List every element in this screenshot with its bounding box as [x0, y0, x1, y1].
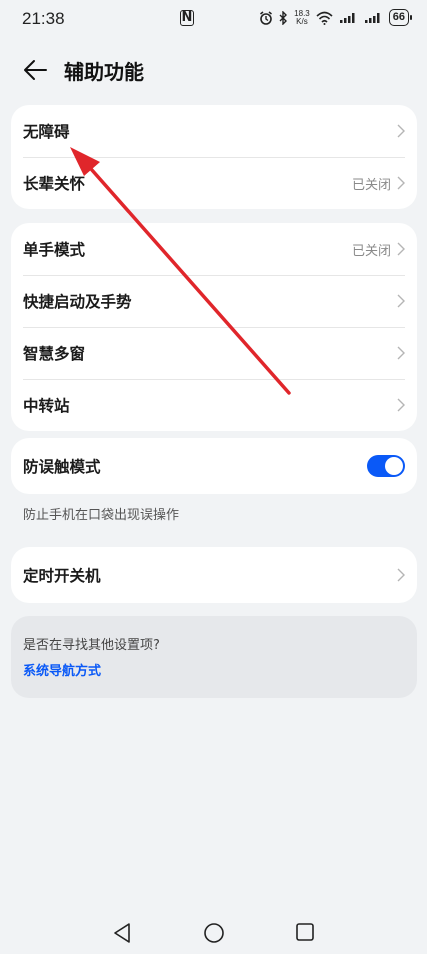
- row-label: 快捷启动及手势: [23, 293, 132, 311]
- row-label: 无障碍: [23, 123, 70, 141]
- row-label: 长辈关怀: [23, 175, 86, 193]
- toggle-knob: [385, 457, 403, 475]
- row-value: 已关闭: [351, 243, 391, 259]
- chevron-right-icon: [397, 568, 405, 582]
- suggestion-card: 是否在寻找其他设置项? 系统导航方式: [11, 616, 417, 698]
- row-label: 防误触模式: [23, 458, 101, 476]
- status-bar: 21:38 N 18.3 K/s 66: [0, 0, 427, 38]
- row-smart-multiwindow[interactable]: 智慧多窗: [11, 327, 417, 379]
- anti-mistouch-note: 防止手机在口袋出现误操作: [23, 508, 180, 523]
- row-one-hand-mode[interactable]: 单手模式 已关闭: [11, 223, 417, 275]
- suggestion-question: 是否在寻找其他设置项?: [23, 638, 160, 653]
- row-label: 中转站: [23, 397, 70, 415]
- row-label: 智慧多窗: [23, 345, 86, 363]
- row-shortcuts-gestures[interactable]: 快捷启动及手势: [11, 275, 417, 327]
- status-time: 21:38: [22, 9, 65, 28]
- row-value: 已关闭: [351, 177, 391, 193]
- signal-icon-1: [339, 13, 355, 23]
- nfc-icon: N: [180, 10, 194, 26]
- chevron-right-icon: [397, 346, 405, 360]
- chevron-right-icon: [397, 398, 405, 412]
- row-transit-station[interactable]: 中转站: [11, 379, 417, 431]
- network-speed: 18.3 K/s: [294, 8, 310, 26]
- row-anti-mistouch: 防误触模式: [11, 438, 417, 494]
- back-nav-icon[interactable]: [112, 922, 132, 944]
- home-nav-icon[interactable]: [203, 922, 225, 944]
- row-accessibility[interactable]: 无障碍: [11, 105, 417, 157]
- row-label: 定时开关机: [23, 567, 101, 585]
- status-icons: 18.3 K/s 66: [259, 8, 413, 26]
- battery-indicator: 66: [388, 9, 413, 26]
- page-header: 辅助功能: [0, 48, 427, 92]
- chevron-right-icon: [397, 294, 405, 308]
- recents-nav-icon[interactable]: [295, 922, 315, 942]
- anti-mistouch-toggle[interactable]: [367, 455, 405, 477]
- system-navigation-link[interactable]: 系统导航方式: [23, 660, 101, 679]
- row-scheduled-power[interactable]: 定时开关机: [11, 547, 417, 603]
- row-elder-care[interactable]: 长辈关怀 已关闭: [11, 157, 417, 209]
- settings-group-1: 无障碍 长辈关怀 已关闭: [11, 105, 417, 209]
- chevron-right-icon: [397, 176, 405, 190]
- wifi-icon: [316, 11, 333, 25]
- page-title: 辅助功能: [64, 60, 144, 84]
- settings-group-3: 防误触模式: [11, 438, 417, 494]
- settings-group-2: 单手模式 已关闭 快捷启动及手势 智慧多窗 中转站: [11, 223, 417, 431]
- settings-group-4: 定时开关机: [11, 547, 417, 603]
- signal-icon-2: [364, 13, 380, 23]
- row-label: 单手模式: [23, 241, 86, 259]
- bluetooth-icon: [279, 10, 288, 25]
- navigation-bar: [0, 910, 427, 954]
- chevron-right-icon: [397, 242, 405, 256]
- back-arrow-icon[interactable]: [22, 58, 48, 82]
- alarm-icon: [260, 10, 273, 25]
- chevron-right-icon: [397, 124, 405, 138]
